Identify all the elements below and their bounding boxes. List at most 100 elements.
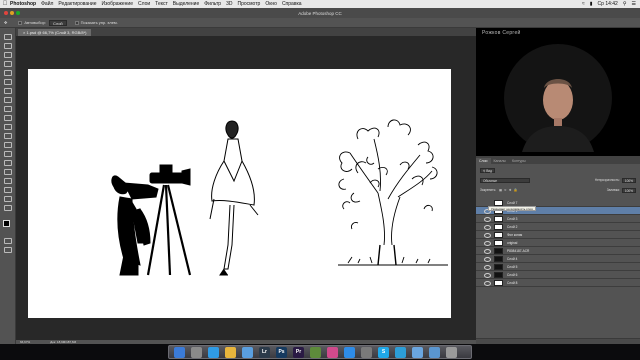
layer-name[interactable]: Слой 3 [507,217,517,221]
tab-layers[interactable]: Слои [476,158,491,164]
pen-tool-icon[interactable] [4,160,12,166]
visibility-eye-icon[interactable] [483,280,491,286]
layer-row[interactable]: Слой 2 [476,223,640,231]
visibility-eye-icon[interactable] [483,272,491,278]
menu-type[interactable]: Текст [155,1,168,7]
layer-name[interactable]: original [507,241,517,245]
clone-stamp-tool-icon[interactable] [4,106,12,112]
tab-paths[interactable]: Контуры [509,158,529,164]
layer-name[interactable]: Слой 6 [507,273,517,277]
menu-help[interactable]: Справка [282,1,302,7]
lock-pixels-icon[interactable]: ✒ [504,188,507,192]
lock-position-icon[interactable]: ✥ [509,188,512,192]
menu-window[interactable]: Окно [265,1,277,7]
lasso-tool-icon[interactable] [4,52,12,58]
layer-thumbnail[interactable] [494,263,503,270]
layer-row[interactable]: Слой 5 [476,263,640,271]
layer-row[interactable]: original [476,239,640,247]
trash-icon[interactable] [446,347,457,358]
menu-file[interactable]: Файл [41,1,53,7]
layer-thumbnail[interactable] [494,239,503,246]
fill-field[interactable]: 100% [621,187,636,193]
layer-thumbnail[interactable] [494,199,503,206]
layer-name[interactable]: Слой 5 [507,265,517,269]
layer-row[interactable]: Слой 4 [476,255,640,263]
layer-name[interactable]: Слой 4 [507,257,517,261]
battery-icon[interactable]: ▮ [590,1,593,7]
wifi-icon[interactable]: ≈ [582,1,585,7]
layer-row[interactable]: Слой 8 [476,279,640,287]
premiere-icon[interactable]: Pr [293,347,304,358]
opacity-field[interactable]: 100% [621,177,636,183]
lightroom-icon[interactable]: Lr [259,347,270,358]
close-window-button[interactable] [4,11,8,15]
documents-folder-icon[interactable] [429,347,440,358]
visibility-eye-icon[interactable] [483,240,491,246]
document-canvas[interactable] [28,69,451,318]
app-menu[interactable]: Photoshop [10,1,36,7]
shape-tool-icon[interactable] [4,187,12,193]
visibility-eye-icon[interactable] [483,264,491,270]
finder-icon[interactable] [174,347,185,358]
lock-transparency-icon[interactable]: ▦ [499,188,502,192]
autoselect-checkbox[interactable] [18,20,23,25]
chrome-icon[interactable] [225,347,236,358]
dreamweaver-icon[interactable] [310,347,321,358]
notification-icon[interactable]: ☰ [632,1,636,7]
transform-controls-checkbox[interactable] [74,20,79,25]
telegram-icon[interactable] [395,347,406,358]
hand-tool-icon[interactable] [4,196,12,202]
layer-thumbnail[interactable] [494,247,503,254]
layer-name[interactable]: P8084187-ACR [507,249,529,253]
layer-row[interactable]: P8084187-ACR [476,247,640,255]
clock[interactable]: Ср 14:42 [598,1,618,7]
layer-thumbnail[interactable] [494,279,503,286]
launchpad-icon[interactable] [191,347,202,358]
downloads-folder-icon[interactable] [412,347,423,358]
lock-all-icon[interactable]: 🔒 [514,188,518,192]
menu-image[interactable]: Изображение [102,1,134,7]
tab-channels[interactable]: Каналы [491,158,509,164]
gradient-tool-icon[interactable] [4,133,12,139]
autoselect-dropdown[interactable]: Слой [48,19,67,26]
menu-view[interactable]: Просмотр [237,1,260,7]
zoom-window-button[interactable] [16,11,20,15]
layer-name[interactable]: Фон копия [507,233,522,237]
layer-row[interactable]: Фон копия [476,231,640,239]
layer-thumbnail[interactable] [494,231,503,238]
visibility-eye-icon[interactable] [483,248,491,254]
menu-layers[interactable]: Слои [138,1,150,7]
marquee-tool-icon[interactable] [4,43,12,49]
type-tool-icon[interactable] [4,169,12,175]
system-preferences-icon[interactable] [361,347,372,358]
layer-thumbnail[interactable] [494,215,503,222]
foreground-color-swatch[interactable] [3,220,10,227]
apple-menu-icon[interactable]:  [0,1,10,7]
visibility-eye-icon[interactable] [483,224,491,230]
crop-tool-icon[interactable] [4,70,12,76]
menu-3d[interactable]: 3D [226,1,232,7]
zoom-tool-icon[interactable] [4,205,12,211]
visibility-eye-icon[interactable] [483,256,491,262]
history-brush-tool-icon[interactable] [4,115,12,121]
visibility-eye-icon[interactable] [483,216,491,222]
layer-name[interactable]: Слой 8 [507,281,517,285]
photoshop-icon[interactable]: Ps [276,347,287,358]
layer-name[interactable]: Слой 2 [507,225,517,229]
minimize-window-button[interactable] [10,11,14,15]
move-tool-icon[interactable] [4,34,12,40]
layer-thumbnail[interactable] [494,271,503,278]
quick-mask-icon[interactable] [4,238,12,244]
layer-thumbnail[interactable] [494,223,503,230]
healing-brush-tool-icon[interactable] [4,88,12,94]
menu-select[interactable]: Выделение [173,1,200,7]
move-tool-icon[interactable]: ✥ [4,20,7,25]
menu-filter[interactable]: Фильтр [204,1,221,7]
eraser-tool-icon[interactable] [4,124,12,130]
blend-mode-dropdown[interactable]: Обычные [480,177,530,183]
layer-row[interactable]: Слой 6 [476,271,640,279]
screen-mode-icon[interactable] [4,247,12,253]
safari-icon[interactable] [208,347,219,358]
visibility-eye-icon[interactable] [483,232,491,238]
itunes-icon[interactable] [327,347,338,358]
